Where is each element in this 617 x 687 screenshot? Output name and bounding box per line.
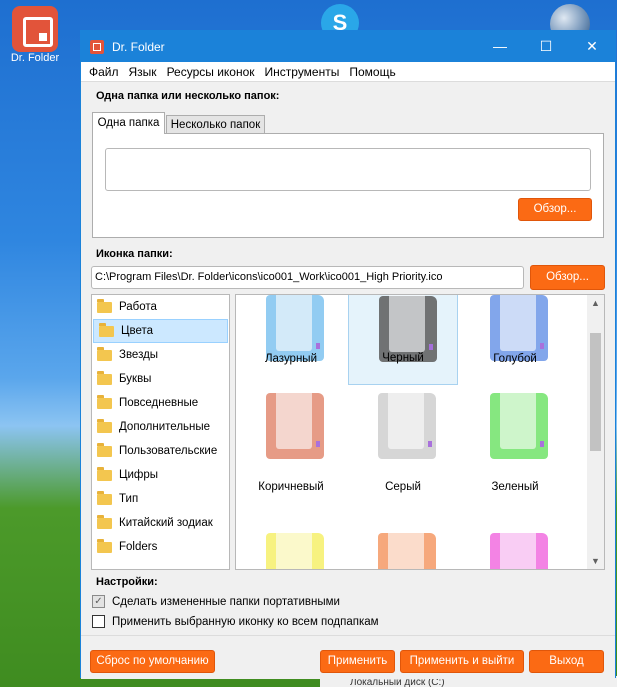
- category-item[interactable]: Пользовательские: [92, 439, 229, 463]
- icon-tile-pink[interactable]: [460, 527, 570, 569]
- scroll-up-arrow-icon[interactable]: ▲: [587, 295, 604, 311]
- icon-tile-black[interactable]: Черный: [348, 295, 458, 385]
- folder-icon: [97, 490, 112, 505]
- app-title-icon: [90, 39, 104, 54]
- subfolders-checkbox-row[interactable]: Применить выбранную иконку ко всем подпа…: [92, 615, 379, 628]
- folder-icon: [99, 322, 114, 337]
- icon-tile-azure[interactable]: Лазурный: [236, 295, 346, 385]
- category-item[interactable]: Цифры: [92, 463, 229, 487]
- folder-icon: [266, 527, 324, 569]
- category-item[interactable]: Звезды: [92, 343, 229, 367]
- minimize-button[interactable]: —: [477, 31, 523, 62]
- portable-checkbox-label: Сделать измененные папки портативными: [112, 595, 340, 608]
- folder-icon: [97, 538, 112, 553]
- browse-folder-button[interactable]: Обзор...: [518, 198, 592, 221]
- dr-folder-desktop-icon[interactable]: Dr. Folder: [6, 6, 64, 64]
- tab-multiple-folders[interactable]: Несколько папок: [166, 115, 265, 134]
- menu-tools[interactable]: Инструменты: [260, 62, 345, 82]
- folder-icon: [97, 442, 112, 457]
- subfolders-checkbox[interactable]: [92, 615, 105, 628]
- apply-and-exit-button[interactable]: Применить и выйти: [400, 650, 524, 673]
- tab-single-folder[interactable]: Одна папка: [92, 112, 165, 134]
- category-item[interactable]: Буквы: [92, 367, 229, 391]
- category-item[interactable]: Folders: [92, 535, 229, 559]
- title-bar[interactable]: Dr. Folder — ☐ ✕: [81, 31, 615, 62]
- icon-tile-green[interactable]: Зеленый: [460, 387, 570, 493]
- folders-section-label: Одна папка или несколько папок:: [96, 90, 280, 102]
- icon-path-input[interactable]: C:\Program Files\Dr. Folder\icons\ico001…: [91, 266, 524, 289]
- category-item[interactable]: Дополнительные: [92, 415, 229, 439]
- folder-icon: [97, 298, 112, 313]
- folder-icon: [97, 514, 112, 529]
- exit-button[interactable]: Выход: [529, 650, 604, 673]
- portable-checkbox[interactable]: ✓: [92, 595, 105, 608]
- desktop-icon-label: Dr. Folder: [10, 52, 60, 64]
- menu-icon-resources[interactable]: Ресурсы иконок: [162, 62, 260, 82]
- folder-icon: [97, 346, 112, 361]
- folder-icon: [97, 370, 112, 385]
- icon-grid: Лазурный Черный Голубой Коричневый Серый…: [235, 294, 605, 570]
- folder-icon: [97, 466, 112, 481]
- portable-checkbox-row[interactable]: ✓ Сделать измененные папки портативными: [92, 595, 340, 608]
- reset-defaults-button[interactable]: Сброс по умолчанию: [90, 650, 215, 673]
- scroll-thumb[interactable]: [590, 333, 601, 451]
- menu-language[interactable]: Язык: [124, 62, 162, 82]
- icon-tile-orange[interactable]: [348, 527, 458, 569]
- apply-button[interactable]: Применить: [320, 650, 395, 673]
- subfolders-checkbox-label: Применить выбранную иконку ко всем подпа…: [112, 615, 379, 628]
- folder-icon: [378, 527, 436, 569]
- icon-tile-brown[interactable]: Коричневый: [236, 387, 346, 493]
- menu-bar: Файл Язык Ресурсы иконок Инструменты Пом…: [81, 62, 615, 82]
- scroll-down-arrow-icon[interactable]: ▼: [587, 553, 604, 569]
- category-item[interactable]: Тип: [92, 487, 229, 511]
- menu-file[interactable]: Файл: [84, 62, 124, 82]
- window-title: Dr. Folder: [112, 39, 165, 54]
- folder-icon: [97, 394, 112, 409]
- dr-folder-window: Dr. Folder — ☐ ✕ Файл Язык Ресурсы иконо…: [80, 30, 616, 679]
- browse-icon-button[interactable]: Обзор...: [530, 265, 605, 290]
- menu-help[interactable]: Помощь: [344, 62, 400, 82]
- category-list: Работа Цвета Звезды Буквы Повседневные Д…: [91, 294, 230, 570]
- category-item[interactable]: Работа: [92, 295, 229, 319]
- folder-icon: [490, 387, 548, 459]
- tab-panel: Обзор...: [92, 133, 604, 238]
- folder-icon: [97, 418, 112, 433]
- close-button[interactable]: ✕: [569, 31, 615, 62]
- icon-tile-yellow[interactable]: [236, 527, 346, 569]
- category-item-selected[interactable]: Цвета: [93, 319, 228, 343]
- folder-icon: [378, 387, 436, 459]
- dr-folder-app-icon: [12, 6, 58, 52]
- category-item[interactable]: Повседневные: [92, 391, 229, 415]
- icon-tile-gray[interactable]: Серый: [348, 387, 458, 493]
- icon-tile-blue[interactable]: Голубой: [460, 295, 570, 385]
- category-item[interactable]: Китайский зодиак: [92, 511, 229, 535]
- folder-icon: [266, 387, 324, 459]
- folder-icon: [490, 527, 548, 569]
- main-content: Одна папка или несколько папок: Одна пап…: [81, 82, 615, 679]
- folder-icon: [266, 295, 324, 361]
- divider: [81, 635, 615, 636]
- settings-label: Настройки:: [96, 576, 158, 588]
- icon-section-label: Иконка папки:: [96, 248, 173, 260]
- folder-icon: [490, 295, 548, 361]
- icon-grid-scrollbar[interactable]: ▲ ▼: [587, 295, 604, 569]
- maximize-button[interactable]: ☐: [523, 31, 569, 62]
- folder-path-input[interactable]: [105, 148, 591, 191]
